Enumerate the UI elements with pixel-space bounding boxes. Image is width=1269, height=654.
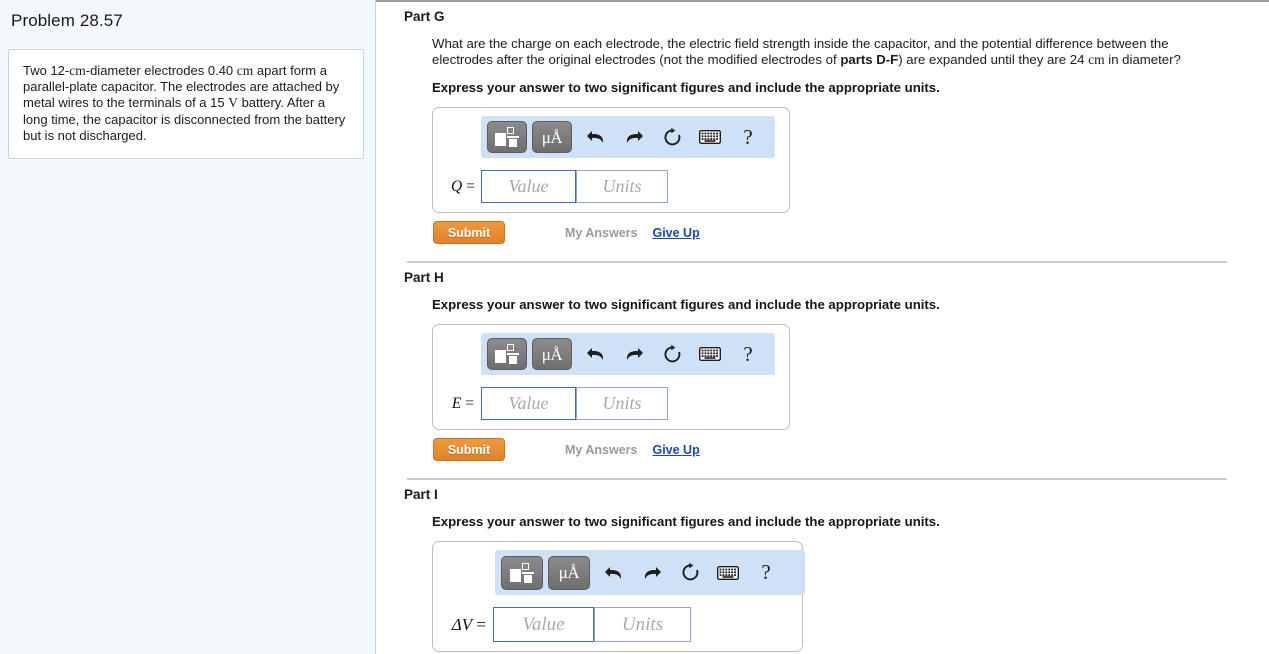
redo-icon[interactable] xyxy=(633,557,671,589)
submit-button[interactable]: Submit xyxy=(433,221,505,244)
variable-label: E = xyxy=(451,394,474,412)
template-button[interactable] xyxy=(501,555,543,590)
part-body: Express your answer to two significant f… xyxy=(404,502,1248,652)
variable-label: Q = xyxy=(451,177,475,195)
template-button[interactable] xyxy=(487,121,527,153)
micro-angstrom-icon: μÅ xyxy=(541,127,563,147)
reset-icon[interactable] xyxy=(653,121,691,153)
reset-icon[interactable] xyxy=(653,338,691,370)
keyboard-icon[interactable] xyxy=(691,338,729,370)
value-input[interactable]: Value xyxy=(481,387,576,420)
keyboard-icon[interactable] xyxy=(691,121,729,153)
unit-symbol: cm xyxy=(69,63,86,78)
part-section-part-g: Part G What are the charge on each electr… xyxy=(376,2,1269,244)
value-input[interactable]: Value xyxy=(481,170,576,203)
redo-icon[interactable] xyxy=(615,121,653,153)
template-matrix-icon xyxy=(495,127,519,147)
variable-label: ΔV = xyxy=(451,614,486,634)
answer-field-row: Q = Value Units xyxy=(442,170,780,203)
answer-entry-box: μÅ? Q = Value Units xyxy=(432,107,790,213)
help-icon[interactable]: ? xyxy=(729,121,767,153)
redo-icon[interactable] xyxy=(615,338,653,370)
problem-statement-text: Two 12-cm-diameter electrodes 0.40 cm ap… xyxy=(23,63,349,144)
unit-symbol: cm xyxy=(236,63,254,78)
answer-instruction: Express your answer to two significant f… xyxy=(432,80,940,95)
give-up-link[interactable]: Give Up xyxy=(652,443,699,457)
units-button[interactable]: μÅ xyxy=(532,121,572,153)
answer-entry-box: μÅ? ΔV = Value Units xyxy=(432,541,805,652)
answer-entry-box: μÅ? E = Value Units xyxy=(432,324,790,430)
question-text: What are the charge on each electrode, t… xyxy=(432,24,1232,68)
answer-instruction: Express your answer to two significant f… xyxy=(432,514,940,529)
question-fragment: in diameter? xyxy=(1104,52,1181,67)
problem-statement-box: Two 12-cm-diameter electrodes 0.40 cm ap… xyxy=(8,49,364,160)
my-answers-link[interactable]: My Answers xyxy=(565,443,637,457)
statement-text: -diameter electrodes 0.40 xyxy=(85,63,237,78)
units-input[interactable]: Units xyxy=(576,387,668,420)
submit-button[interactable]: Submit xyxy=(433,438,505,461)
submit-row: Submit My Answers Give Up xyxy=(432,438,1248,461)
answer-toolbar: μÅ? xyxy=(481,333,775,375)
undo-icon[interactable] xyxy=(595,557,633,589)
problem-page: Problem 28.57 Two 12-cm-diameter electro… xyxy=(0,0,1269,654)
part-header: Part I xyxy=(404,487,438,502)
undo-icon[interactable] xyxy=(577,121,615,153)
parts-container: Part G What are the charge on each electr… xyxy=(376,0,1269,654)
part-body: Express your answer to two significant f… xyxy=(404,285,1248,461)
submit-row: Submit My Answers Give Up xyxy=(432,221,1248,244)
problem-sidebar: Problem 28.57 Two 12-cm-diameter electro… xyxy=(0,0,376,654)
units-input[interactable]: Units xyxy=(594,607,691,642)
template-matrix-icon xyxy=(495,344,519,364)
units-button[interactable]: μÅ xyxy=(548,555,590,590)
units-button[interactable]: μÅ xyxy=(532,338,572,370)
unit-symbol: cm xyxy=(1088,52,1105,67)
help-icon[interactable]: ? xyxy=(747,557,785,589)
template-button[interactable] xyxy=(487,338,527,370)
my-answers-link[interactable]: My Answers xyxy=(565,226,637,240)
part-section-part-h: Part H Express your answer to two signifi… xyxy=(376,261,1269,461)
answer-toolbar: μÅ? xyxy=(481,116,775,158)
question-emphasis: parts D-F xyxy=(840,52,899,67)
answer-toolbar: μÅ? xyxy=(495,550,805,595)
undo-icon[interactable] xyxy=(577,338,615,370)
value-input[interactable]: Value xyxy=(493,607,594,642)
part-header: Part G xyxy=(404,9,445,24)
answer-instruction: Express your answer to two significant f… xyxy=(432,297,940,312)
page-title: Problem 28.57 xyxy=(11,11,123,30)
keyboard-icon[interactable] xyxy=(709,557,747,589)
unit-symbol: V xyxy=(228,95,238,111)
answer-field-row: ΔV = Value Units xyxy=(442,607,793,642)
micro-angstrom-icon: μÅ xyxy=(541,344,563,364)
question-fragment: ) are expanded until they are 24 xyxy=(898,52,1089,67)
reset-icon[interactable] xyxy=(671,557,709,589)
answer-field-row: E = Value Units xyxy=(442,387,780,420)
help-icon[interactable]: ? xyxy=(729,338,767,370)
units-input[interactable]: Units xyxy=(576,170,668,203)
part-section-part-i: Part I Express your answer to two signifi… xyxy=(376,478,1269,652)
template-matrix-icon xyxy=(510,562,534,583)
statement-text: Two 12- xyxy=(23,63,70,78)
part-body: What are the charge on each electrode, t… xyxy=(404,24,1248,244)
micro-angstrom-icon: μÅ xyxy=(558,563,580,582)
part-header: Part H xyxy=(404,270,444,285)
give-up-link[interactable]: Give Up xyxy=(652,226,699,240)
